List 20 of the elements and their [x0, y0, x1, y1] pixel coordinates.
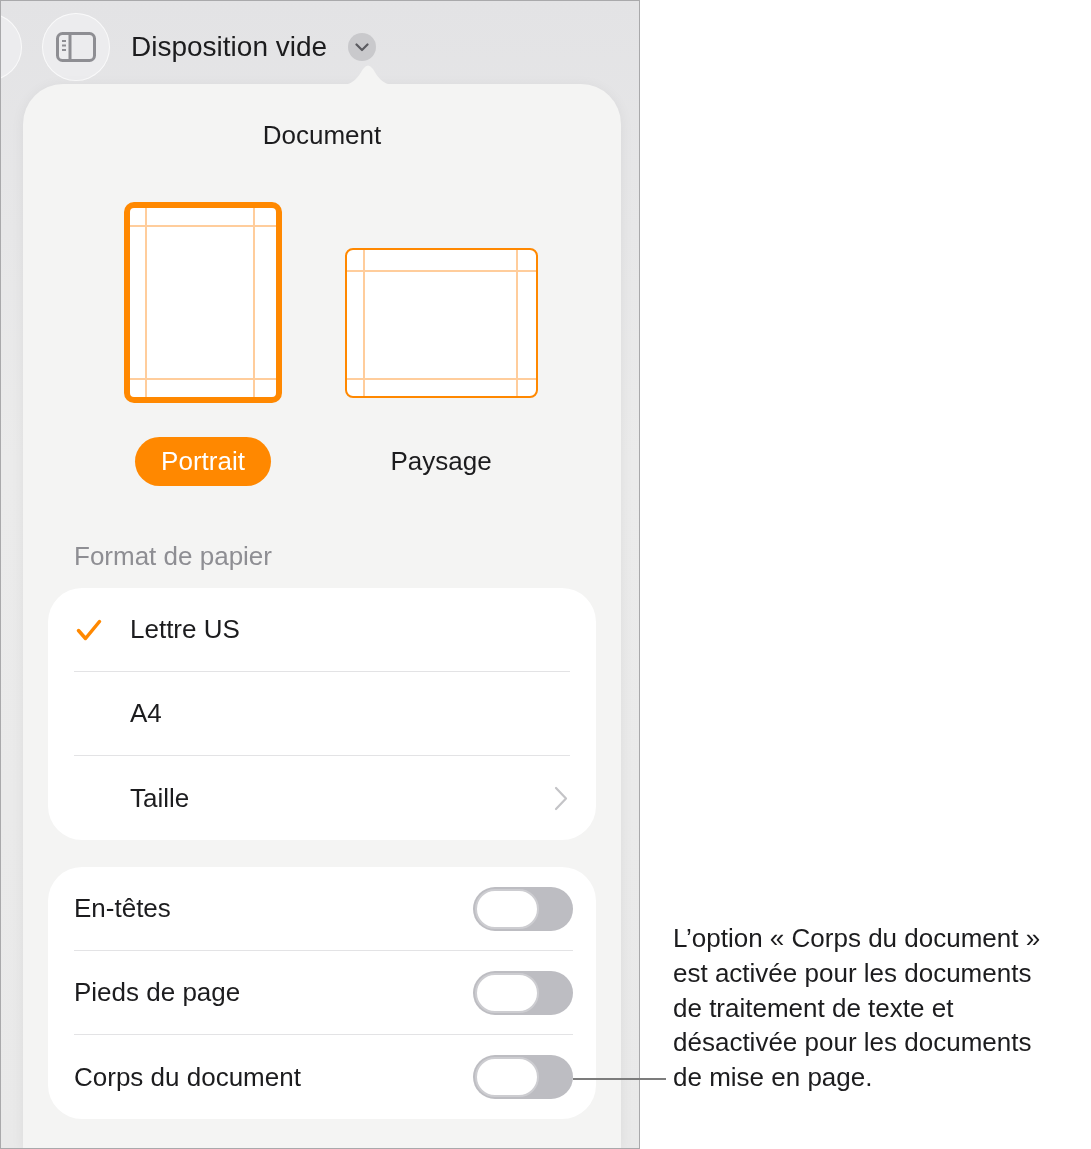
landscape-page-thumbnail[interactable]	[344, 248, 538, 398]
sidebar-icon	[56, 32, 96, 62]
callout-text: L’option « Corps du document » est activée pour les documents de traitement de texte et désactivée pour les documents de mise en page.	[673, 922, 1042, 1094]
paper-size-option[interactable]: A4	[74, 672, 570, 756]
submenu-item[interactable]: Taille	[74, 756, 570, 840]
toggle-label: En-têtes	[74, 893, 171, 924]
section-heading: Format de papier	[73, 541, 273, 571]
paper-size-option[interactable]: Lettre US	[74, 588, 570, 672]
toggle-switch[interactable]	[473, 886, 573, 931]
portrait-page-thumbnail[interactable]	[124, 202, 282, 403]
toggle-switch[interactable]	[473, 970, 573, 1015]
toggle-label: Corps du document	[74, 1061, 301, 1093]
chevron-right-icon	[554, 785, 568, 811]
toggle-label: Pieds de page	[74, 977, 241, 1008]
orientation-option[interactable]: Paysage	[364, 437, 518, 486]
document-title: Disposition vide	[131, 30, 328, 64]
dropdown-button[interactable]	[348, 33, 377, 61]
toggle-switch[interactable]	[473, 1055, 573, 1099]
popover-title: Document	[261, 119, 383, 150]
chevron-down-icon	[355, 42, 370, 52]
